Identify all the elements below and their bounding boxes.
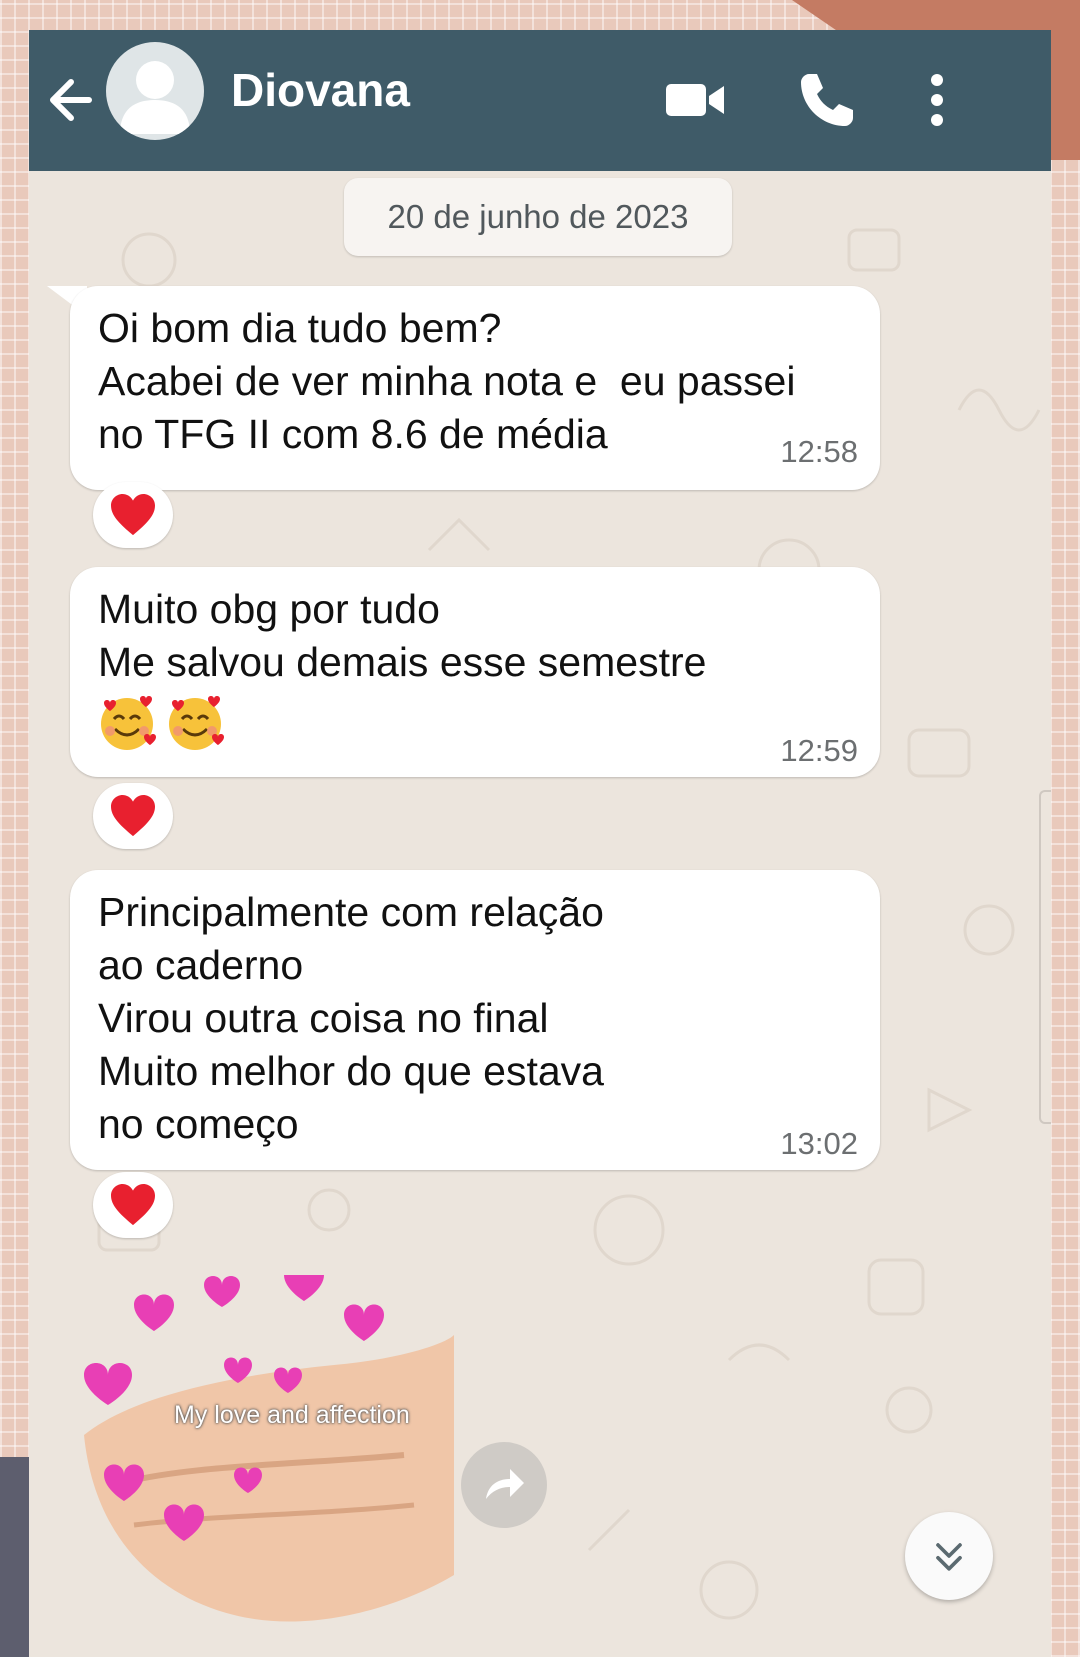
hands-with-hearts-sticker (84, 1264, 454, 1622)
more-options-icon[interactable] (905, 68, 969, 132)
sticker-message[interactable]: My love and affection (74, 1264, 454, 1655)
heart-icon (111, 1183, 155, 1226)
message-bubble[interactable]: Principalmente com relação ao caderno Vi… (70, 870, 880, 1170)
contact-avatar[interactable] (106, 42, 204, 140)
message-time: 12:59 (780, 733, 858, 768)
forward-button[interactable] (461, 1442, 547, 1528)
double-chevron-down-icon (936, 1543, 962, 1571)
message-text: Oi bom dia tudo bem? Acabei de ver minha… (98, 305, 796, 457)
smiling-face-with-hearts-icon (101, 696, 156, 750)
scroll-to-bottom-button[interactable] (905, 1512, 993, 1600)
chat-screen: Diovana 20 de junho de 2023 Oi bom dia t… (29, 30, 1051, 1657)
message-text: Muito obg por tudo Me salvou demais esse… (98, 586, 707, 685)
message-bubble[interactable]: Muito obg por tudo Me salvou demais esse… (70, 567, 880, 777)
chat-header: Diovana (29, 30, 1051, 171)
forward-arrow-icon (486, 1469, 524, 1499)
default-avatar-icon (120, 61, 190, 134)
reaction-badge[interactable] (93, 1172, 173, 1238)
phone-call-icon[interactable] (795, 68, 859, 132)
scrollbar[interactable] (1039, 790, 1051, 1124)
message-time: 13:02 (780, 1126, 858, 1161)
heart-icon (111, 794, 155, 837)
message-text: Principalmente com relação ao caderno Vi… (98, 889, 604, 1147)
back-arrow-icon[interactable] (45, 68, 109, 132)
emoji-row (96, 691, 232, 753)
contact-name[interactable]: Diovana (231, 63, 410, 117)
date-separator: 20 de junho de 2023 (344, 178, 732, 256)
message-time: 12:58 (780, 434, 858, 469)
heart-icon (111, 493, 155, 536)
video-call-icon[interactable] (664, 68, 728, 132)
reaction-badge[interactable] (93, 783, 173, 849)
reaction-badge[interactable] (93, 482, 173, 548)
message-bubble[interactable]: Oi bom dia tudo bem? Acabei de ver minha… (70, 286, 880, 490)
smiling-face-with-hearts-icon (169, 696, 224, 750)
sticker-caption: My love and affection (174, 1401, 410, 1429)
